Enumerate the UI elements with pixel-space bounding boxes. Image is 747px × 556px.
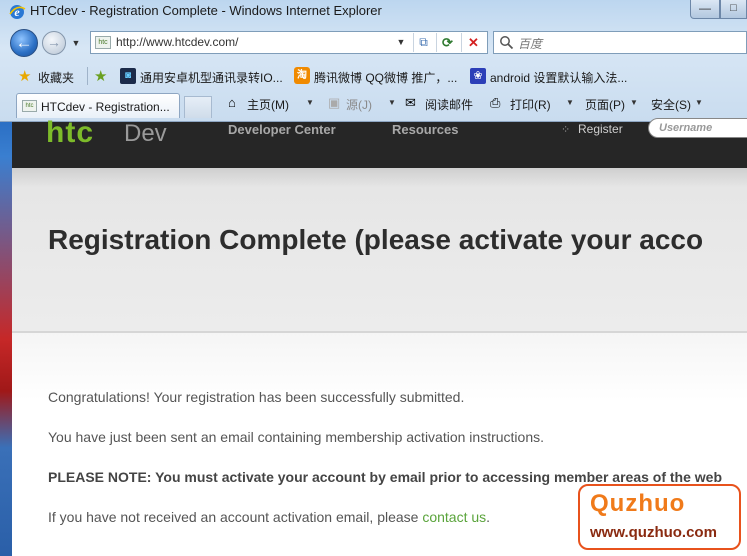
htcdev-logo[interactable]: htc	[46, 116, 94, 150]
address-dropdown-button[interactable]: ▼	[393, 33, 409, 52]
home-icon[interactable]: ⌂	[228, 95, 236, 110]
back-button[interactable]: ←	[10, 29, 38, 57]
title-bar: e HTCdev - Registration Complete - Windo…	[0, 0, 747, 24]
congratulations-message: Congratulations! Your registration has b…	[48, 389, 465, 405]
taobao-icon: 淘	[294, 67, 310, 84]
nav-developer-center[interactable]: Developer Center	[228, 122, 336, 137]
favorites-divider	[87, 67, 88, 85]
browser-chrome: e HTCdev - Registration Complete - Windo…	[0, 0, 747, 122]
tab-htcdev[interactable]: htc HTCdev - Registration...	[16, 93, 180, 118]
page-dropdown-icon[interactable]: ▼	[630, 98, 638, 107]
mail-icon[interactable]: ✉	[405, 95, 416, 111]
search-box[interactable]: 百度	[493, 31, 747, 54]
register-link[interactable]: Register	[578, 122, 623, 136]
print-button[interactable]: 打印(R)	[510, 96, 551, 113]
ie-logo-icon: e	[8, 3, 26, 21]
navigation-bar: ← → ▼ htc http://www.htcdev.com/ ▼ ⧉ ⟳ ✕…	[0, 26, 747, 60]
feeds-icon[interactable]: ▣	[328, 95, 340, 111]
tab-favicon-icon: htc	[22, 100, 37, 112]
site-header: htc Dev Developer Center Resources ⁘ Reg…	[12, 116, 747, 168]
watermark-url: www.quzhuo.com	[590, 524, 717, 541]
recent-pages-dropdown[interactable]: ▼	[70, 36, 82, 50]
nav-resources[interactable]: Resources	[392, 122, 458, 137]
search-placeholder[interactable]: 百度	[518, 35, 542, 52]
contact-us-link[interactable]: contact us	[422, 509, 486, 525]
read-mail-button[interactable]: 阅读邮件	[425, 96, 473, 113]
htcdev-logo-dev[interactable]: Dev	[124, 120, 167, 148]
quzhuo-watermark: Quzhuo www.quzhuo.com	[578, 484, 741, 550]
forward-arrow-icon: →	[47, 34, 61, 50]
contact-message-text: If you have not received an account acti…	[48, 509, 419, 525]
minimize-button[interactable]: —	[690, 0, 720, 19]
refresh-icon[interactable]: ⟳	[436, 33, 458, 52]
favorite-link-weibo[interactable]: 腾讯微博 QQ微博 推广，...	[314, 69, 457, 86]
favorite-link-android[interactable]: android 设置默认输入法...	[490, 69, 627, 86]
stop-icon[interactable]: ✕	[461, 33, 485, 52]
favorites-star-icon[interactable]: ★	[18, 67, 31, 85]
desktop-background-strip	[0, 122, 12, 556]
favorite-link-icon: ◙	[120, 68, 136, 84]
watermark-brand: Quzhuo	[590, 490, 686, 517]
page-menu-button[interactable]: 页面(P)	[585, 96, 625, 113]
contact-message: If you have not received an account acti…	[48, 509, 490, 525]
favorite-link-contacts[interactable]: 通用安卓机型通讯录转IO...	[140, 69, 283, 86]
printer-icon[interactable]: ⎙	[490, 95, 500, 111]
page-title: Registration Complete (please activate y…	[48, 224, 704, 255]
print-dropdown-icon[interactable]: ▼	[566, 98, 574, 107]
forward-button[interactable]: →	[42, 31, 66, 55]
favorites-button-label[interactable]: 收藏夹	[38, 69, 74, 86]
new-tab-button[interactable]	[184, 96, 212, 118]
register-users-icon: ⁘	[561, 124, 571, 136]
favorites-bar: ★ 收藏夹 ★ ◙ 通用安卓机型通讯录转IO... 淘 腾讯微博 QQ微博 推广…	[0, 62, 747, 90]
address-url[interactable]: http://www.htcdev.com/	[116, 35, 239, 49]
safety-dropdown-icon[interactable]: ▼	[695, 98, 703, 107]
search-icon	[499, 35, 514, 50]
home-dropdown-icon[interactable]: ▼	[306, 98, 314, 107]
maximize-button[interactable]: □	[720, 0, 747, 19]
page-title-banner: Registration Complete (please activate y…	[12, 168, 747, 331]
username-input[interactable]	[648, 118, 747, 138]
site-favicon-icon: htc	[95, 36, 111, 49]
compatibility-view-icon[interactable]: ⧉	[413, 33, 433, 52]
feeds-dropdown-icon[interactable]: ▼	[388, 98, 396, 107]
contact-message-period: .	[486, 509, 491, 525]
feeds-button[interactable]: 源(J)	[346, 96, 372, 113]
address-bar[interactable]: htc http://www.htcdev.com/ ▼ ⧉ ⟳ ✕	[90, 31, 488, 54]
activation-note: PLEASE NOTE: You must activate your acco…	[48, 469, 723, 485]
tab-bar: htc HTCdev - Registration... ⌂ 主页(M) ▼ ▣…	[0, 90, 747, 120]
safety-menu-button[interactable]: 安全(S)	[651, 96, 691, 113]
back-arrow-icon: ←	[15, 33, 33, 52]
add-favorite-icon[interactable]: ★	[94, 67, 107, 85]
email-sent-message: You have just been sent an email contain…	[48, 429, 544, 445]
window-title: HTCdev - Registration Complete - Windows…	[30, 3, 382, 18]
home-button[interactable]: 主页(M)	[247, 96, 289, 113]
baidu-paw-icon: ❀	[470, 68, 486, 84]
tab-label: HTCdev - Registration...	[41, 100, 170, 114]
